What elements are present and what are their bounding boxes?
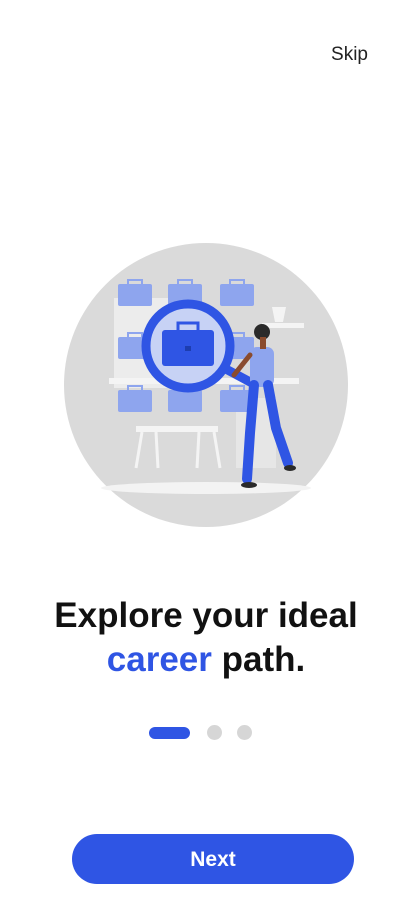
title-line-1: Explore your ideal: [54, 596, 358, 635]
page-indicator: [0, 724, 412, 740]
page-dot-2: [207, 725, 222, 740]
job-search-illustration: [64, 243, 348, 527]
title-rest: path.: [211, 640, 306, 679]
title-accent-word: career: [106, 640, 212, 679]
next-button[interactable]: Next: [72, 834, 354, 884]
page-dot-active: [149, 727, 190, 739]
title-line-2: career path.: [0, 638, 412, 682]
onboarding-title: Explore your ideal career path.: [0, 594, 412, 682]
page-dot-3: [237, 725, 252, 740]
skip-link[interactable]: Skip: [331, 44, 368, 66]
